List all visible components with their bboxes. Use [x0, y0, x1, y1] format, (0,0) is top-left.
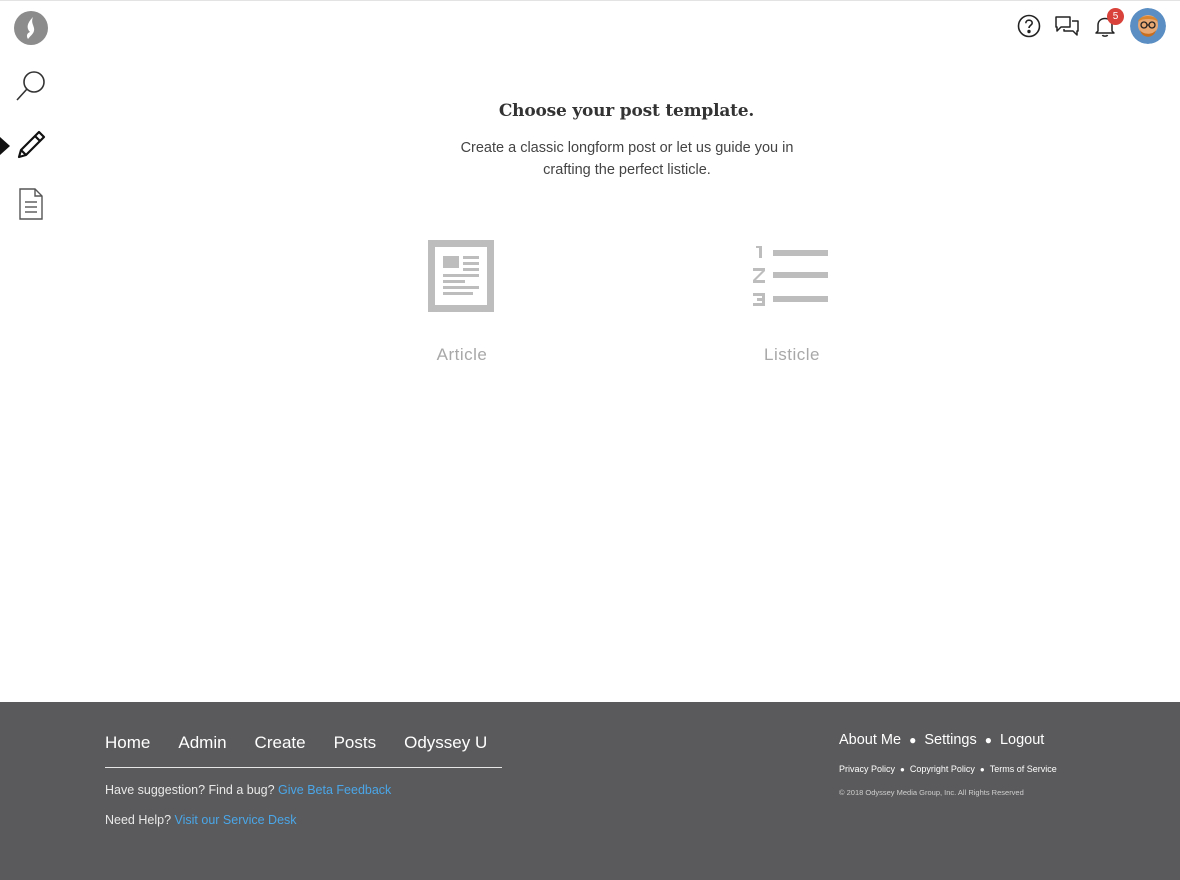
footer-link-home[interactable]: Home	[105, 733, 150, 753]
separator-dot: ●	[900, 764, 905, 774]
separator-dot: ●	[984, 733, 992, 747]
template-chooser: Choose your post template. Create a clas…	[0, 101, 1180, 364]
article-icon	[387, 239, 537, 315]
footer-nav: Home Admin Create Posts Odyssey U	[105, 733, 502, 768]
copyright-policy-link[interactable]: Copyright Policy	[910, 764, 975, 774]
logout-link[interactable]: Logout	[1000, 732, 1044, 748]
help-icon[interactable]	[1016, 8, 1042, 44]
give-feedback-link[interactable]: Give Beta Feedback	[278, 783, 391, 797]
document-icon[interactable]	[12, 185, 50, 223]
settings-link[interactable]: Settings	[924, 732, 976, 748]
copyright-text: © 2018 Odyssey Media Group, Inc. All Rig…	[839, 788, 1024, 797]
page-title: Choose your post template.	[498, 101, 755, 121]
listicle-icon	[717, 239, 867, 315]
account-links: About Me ● Settings ● Logout	[839, 732, 1057, 748]
notifications-icon[interactable]: 5	[1092, 8, 1124, 44]
separator-dot: ●	[979, 764, 985, 774]
footer-link-odyssey-u[interactable]: Odyssey U	[404, 733, 487, 753]
odyssey-logo-icon[interactable]	[12, 9, 50, 47]
avatar[interactable]	[1130, 8, 1166, 44]
footer-link-create[interactable]: Create	[255, 733, 306, 753]
service-desk-link[interactable]: Visit our Service Desk	[175, 813, 297, 827]
help-text: Need Help?	[105, 813, 172, 827]
separator-dot: ●	[909, 733, 917, 747]
top-actions: 5	[1016, 8, 1166, 44]
help-line: Need Help? Visit our Service Desk	[105, 813, 297, 827]
search-icon[interactable]	[12, 67, 50, 105]
terms-of-service-link[interactable]: Terms of Service	[990, 764, 1057, 774]
footer: Home Admin Create Posts Odyssey U Have s…	[0, 702, 1180, 880]
notification-badge: 5	[1107, 8, 1124, 25]
about-me-link[interactable]: About Me	[839, 732, 901, 748]
listicle-label: Listicle	[764, 345, 820, 364]
listicle-template-option[interactable]: Listicle	[717, 239, 867, 365]
legal-links: Privacy Policy ● Copyright Policy ● Term…	[839, 764, 1057, 774]
article-template-option[interactable]: Article	[387, 239, 537, 365]
footer-account: About Me ● Settings ● Logout Privacy Pol…	[839, 732, 1057, 797]
page-description: Create a classic longform post or let us…	[460, 140, 794, 178]
feedback-line: Have suggestion? Find a bug? Give Beta F…	[105, 783, 391, 797]
footer-link-admin[interactable]: Admin	[178, 733, 226, 753]
feedback-text: Have suggestion? Find a bug?	[105, 783, 275, 797]
privacy-policy-link[interactable]: Privacy Policy	[839, 764, 895, 774]
article-label: Article	[436, 345, 488, 364]
messages-icon[interactable]	[1054, 8, 1080, 44]
footer-link-posts[interactable]: Posts	[334, 733, 377, 753]
